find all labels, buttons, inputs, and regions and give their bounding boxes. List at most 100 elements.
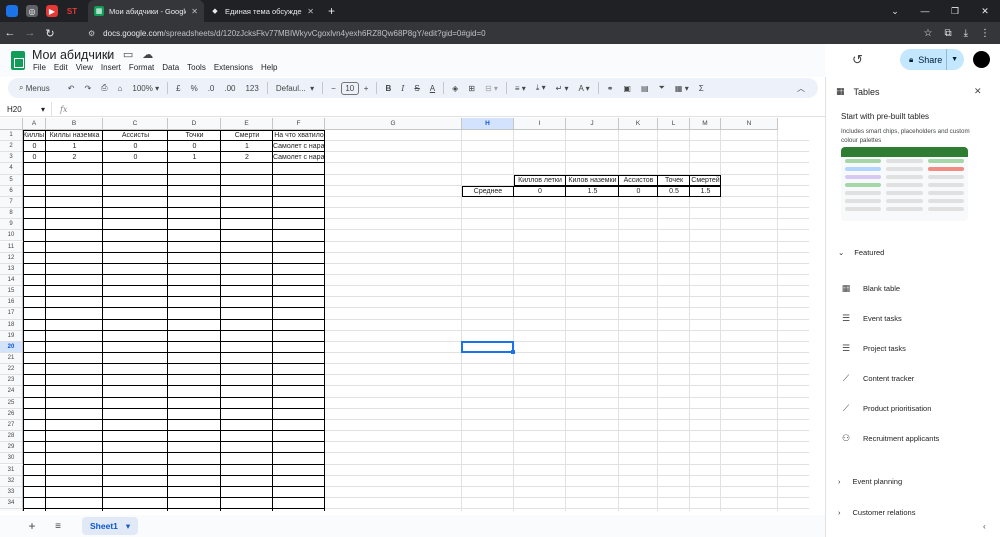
spreadsheet-grid[interactable]: A B C D E F G H I J K L M N 1 2 3 4 5 6 7 8 9 10 11 12 13 14 15 16 17 1… [0,118,809,511]
column-header-j[interactable]: J [566,118,619,130]
cell-l6[interactable]: 0.5 [658,186,690,197]
menu-data[interactable]: Data [162,63,179,72]
menu-view[interactable]: View [76,63,93,72]
strikethrough-icon[interactable]: S [409,84,424,93]
sheet-tab-menu-icon[interactable]: ▾ [126,521,130,532]
row-header-11[interactable]: 11 [0,241,23,253]
column-header-m[interactable]: M [690,118,721,130]
cell-f2[interactable]: Самолет с нарами [273,141,325,152]
sheet-tab-active[interactable]: Sheet1 ▾ [82,517,139,535]
site-info-icon[interactable]: ⚙ [88,29,95,38]
column-header-e[interactable]: E [221,118,273,130]
row-header-35[interactable]: 35 [0,509,23,511]
row-header-22[interactable]: 22 [0,364,23,376]
row-header-19[interactable]: 19 [0,330,23,342]
column-header-l[interactable]: L [658,118,690,130]
paint-format-icon[interactable]: ⌂ [113,84,128,93]
italic-icon[interactable]: I [396,84,409,93]
pinned-youtube-icon[interactable]: ▶ [46,5,58,17]
text-rotation-icon[interactable]: A ▾ [574,84,595,93]
template-product-prioritisation[interactable]: ⟋ Product prioritisation [841,403,932,414]
pinned-app-icon[interactable] [6,5,18,17]
row-header-30[interactable]: 30 [0,453,23,465]
cell-e3[interactable]: 2 [221,152,273,163]
row-header-21[interactable]: 21 [0,353,23,365]
cell-f3[interactable]: Самолет с нарами и бомбами [273,152,325,163]
cell-b1[interactable]: Киллы наземка [46,130,103,141]
row-header-5[interactable]: 5 [0,174,23,186]
row-header-24[interactable]: 24 [0,386,23,398]
share-button[interactable]: 🔒︎ Share ▼ [900,49,964,70]
cell-e1[interactable]: Смерти [221,130,273,141]
all-sheets-icon[interactable]: ≡ [48,521,68,532]
cell-a3[interactable]: 0 [23,152,46,163]
column-header-i[interactable]: I [514,118,566,130]
cell-d1[interactable]: Точки [168,130,221,141]
account-avatar[interactable] [973,51,990,68]
row-header-7[interactable]: 7 [0,196,23,209]
row-header-16[interactable]: 16 [0,297,23,309]
undo-icon[interactable]: ↶ [63,84,80,93]
template-project-tasks[interactable]: ☰ Project tasks [841,343,906,354]
insert-link-icon[interactable]: ⚭ [602,84,619,93]
template-event-tasks[interactable]: ☰ Event tasks [841,313,902,324]
zoom-select[interactable]: 100% ▾ [127,84,164,93]
column-header-a[interactable]: A [23,118,46,130]
cell-m5[interactable]: Смертей [690,175,721,186]
menu-tools[interactable]: Tools [187,63,206,72]
row-header-18[interactable]: 18 [0,319,23,331]
row-header-25[interactable]: 25 [0,397,23,409]
text-color-icon[interactable]: A [425,84,440,93]
horizontal-align-icon[interactable]: ≡ ▾ [510,84,531,93]
row-header-12[interactable]: 12 [0,252,23,264]
borders-icon[interactable]: ⊞ [463,84,480,93]
close-panel-icon[interactable]: ✕ [974,86,982,97]
row-header-15[interactable]: 15 [0,286,23,298]
menu-edit[interactable]: Edit [54,63,68,72]
cell-b3[interactable]: 2 [46,152,103,163]
cell-f1[interactable]: На что хватило [273,130,325,141]
browser-tab-sheets[interactable]: ▦ Мои абидчики - Google Sheets ✕ [88,0,204,22]
reload-icon[interactable]: ↻ [40,27,60,40]
add-sheet-icon[interactable]: + [16,519,48,533]
menu-help[interactable]: Help [261,63,277,72]
column-header-d[interactable]: D [168,118,221,130]
column-header-h[interactable]: H [462,118,514,130]
download-icon[interactable]: ⤓ [964,28,968,39]
cell-a1[interactable]: Киллы летка [23,130,46,141]
cell-e2[interactable]: 1 [221,141,273,152]
sheets-logo-icon[interactable] [11,51,25,70]
row-header-31[interactable]: 31 [0,464,23,476]
row-header-6[interactable]: 6 [0,185,23,197]
row-header-33[interactable]: 33 [0,486,23,498]
row-header-3[interactable]: 3 [0,152,23,164]
font-size-increase-icon[interactable]: + [359,84,374,93]
row-header-10[interactable]: 10 [0,230,23,242]
row-header-8[interactable]: 8 [0,208,23,220]
fill-handle[interactable] [511,350,515,354]
cell-l5[interactable]: Точек [658,175,690,186]
cell-m6[interactable]: 1.5 [690,186,721,197]
cell-j6[interactable]: 1.5 [566,186,619,197]
close-window-icon[interactable]: ✕ [970,6,1000,17]
search-menus[interactable]: ⌕ Menus [14,83,55,93]
section-customer-relations[interactable]: › Customer relations [838,508,915,517]
section-event-planning[interactable]: › Event planning [838,477,902,486]
tab-search-icon[interactable]: ⌄ [880,6,910,17]
browser-menu-icon[interactable]: ⋮ [980,28,990,39]
column-header-g[interactable]: G [325,118,462,130]
template-recruitment-applicants[interactable]: ⚇ Recruitment applicants [841,433,939,444]
filter-views-icon[interactable]: ▦ ▾ [670,84,694,93]
cell-b2[interactable]: 1 [46,141,103,152]
menu-file[interactable]: File [33,63,46,72]
browser-tab-forum[interactable]: ◆ Единая тема обсуждения бал... ✕ [204,0,320,22]
row-header-14[interactable]: 14 [0,274,23,287]
minimize-icon[interactable]: — [910,6,940,17]
row-header-32[interactable]: 32 [0,475,23,487]
close-tab-icon[interactable]: ✕ [307,7,314,16]
currency-format-button[interactable]: £ [171,84,185,93]
pinned-app-icon[interactable]: ST [66,5,78,17]
redo-icon[interactable]: ↷ [79,84,96,93]
template-content-tracker[interactable]: ⟋ Content tracker [841,373,914,384]
merge-cells-icon[interactable]: ⊟ ▾ [480,84,503,93]
